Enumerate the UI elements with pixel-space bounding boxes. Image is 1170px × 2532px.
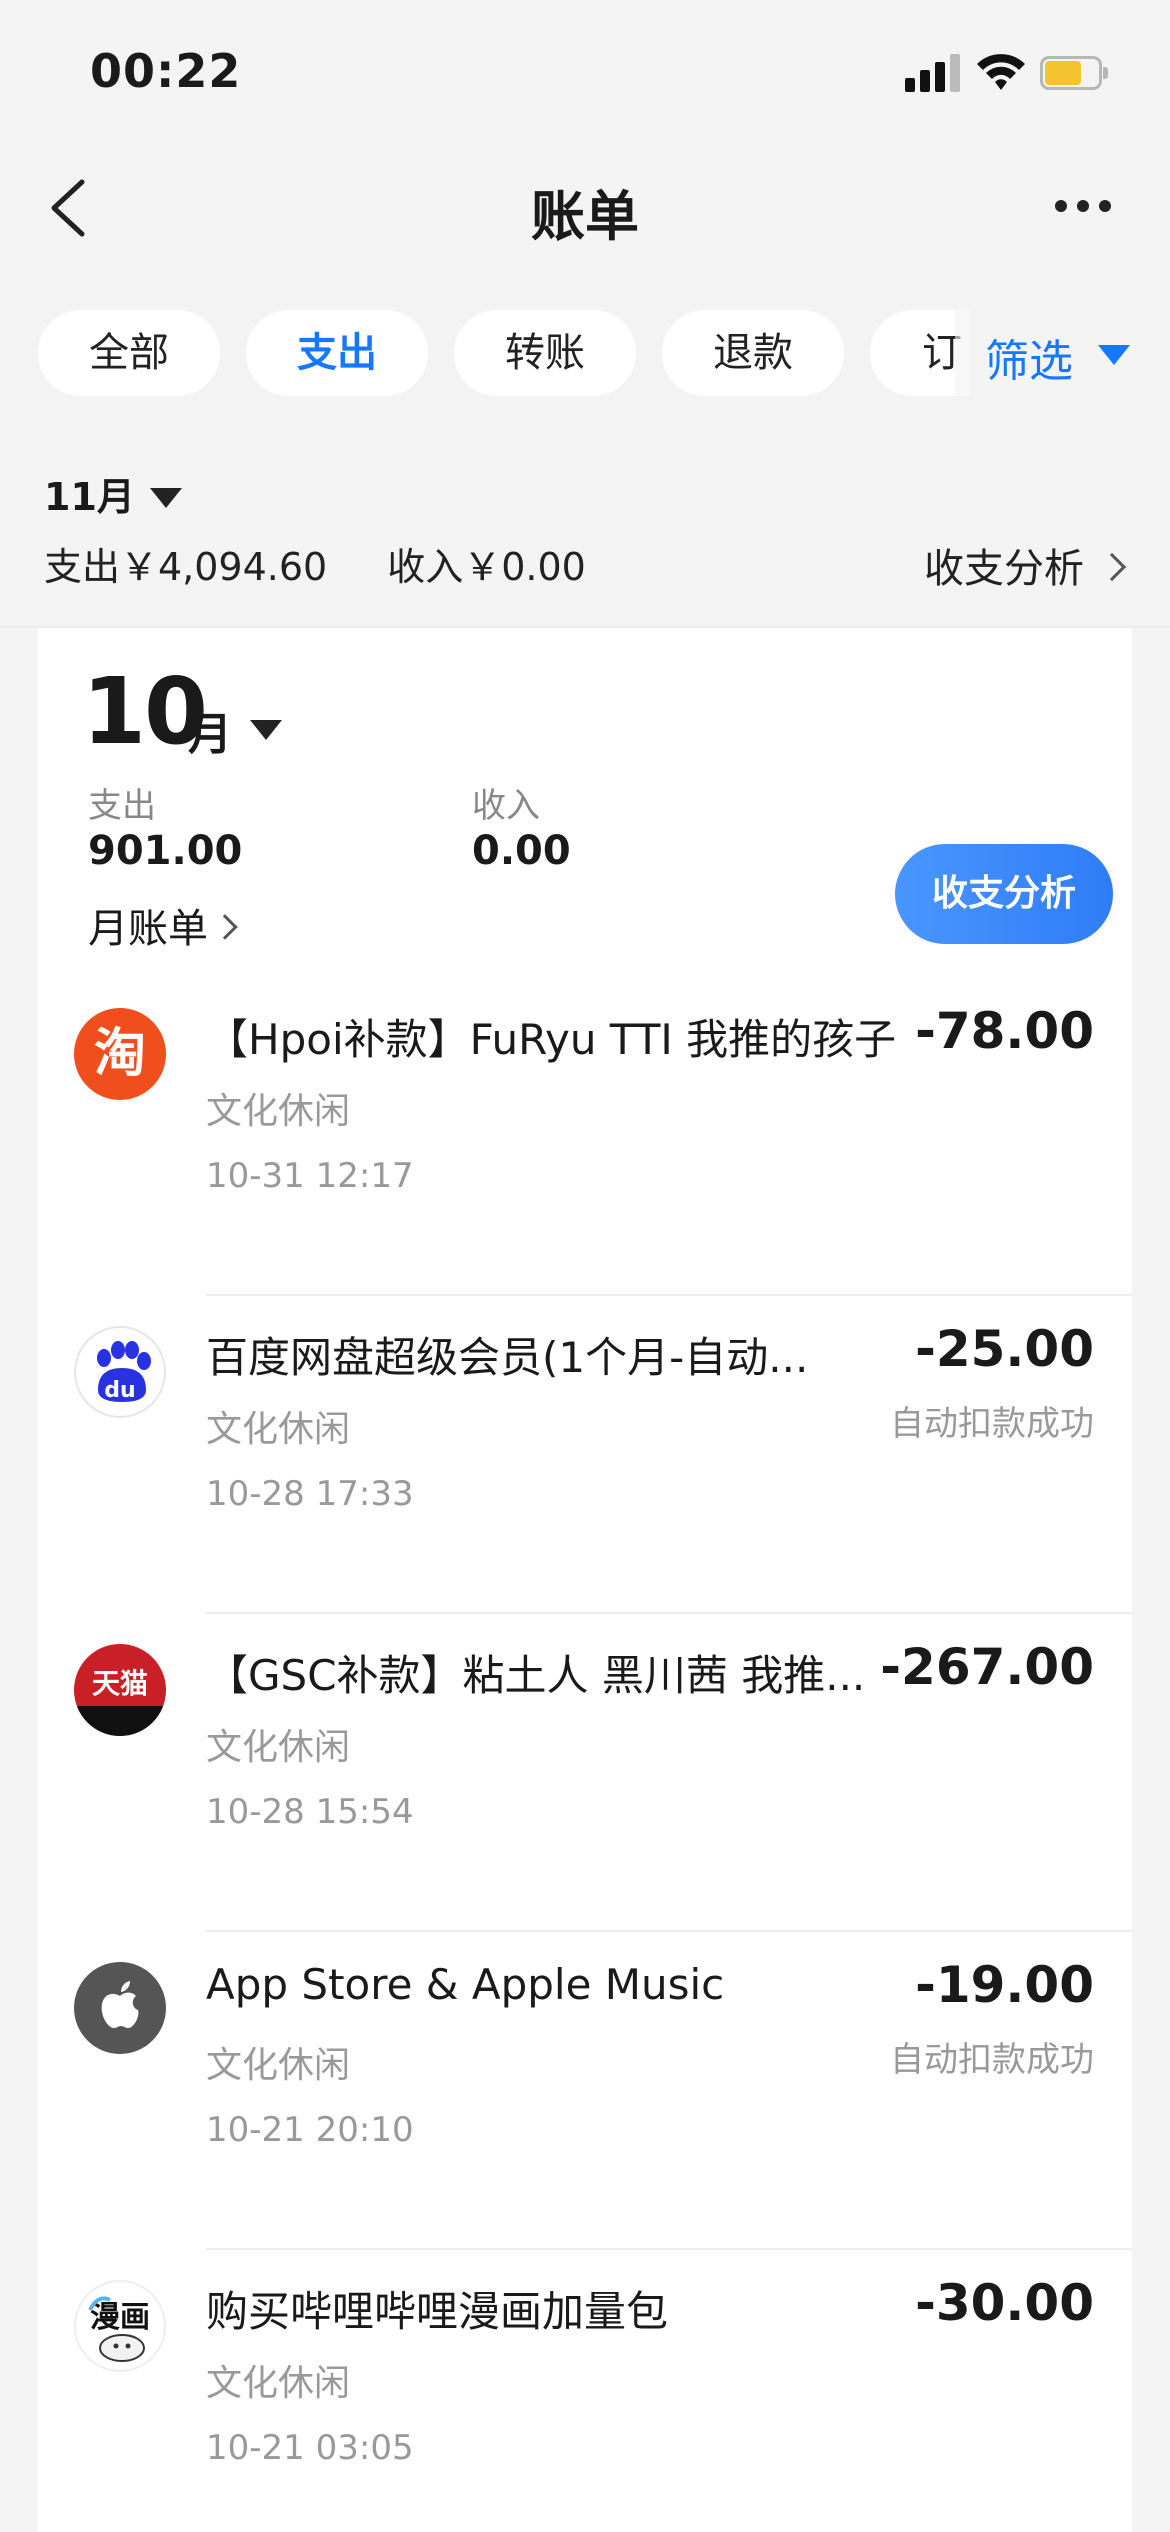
tab-expense[interactable]: 支出 <box>246 310 428 396</box>
transaction-row[interactable]: 淘 【Hpoi补款】FuRyu TTI 我推的孩子 ... 文化休闲 10-31… <box>38 978 1132 1296</box>
baidu-netdisk-icon: du <box>74 1326 166 1418</box>
transaction-title: 【Hpoi补款】FuRyu TTI 我推的孩子 ... <box>206 1015 906 1064</box>
monthly-bill-label: 月账单 <box>88 906 208 952</box>
transaction-title: 百度网盘超级会员(1个月-自动... <box>206 1333 809 1382</box>
baidu-icon-text: du <box>104 1378 136 1403</box>
transaction-time: 10-28 15:54 <box>206 1792 414 1832</box>
tmall-icon: 天猫 <box>74 1644 166 1736</box>
more-icon[interactable] <box>1055 200 1115 214</box>
transaction-row[interactable]: 天猫 【GSC补款】粘土人 黑川茜 我推... 文化休闲 10-28 15:54… <box>38 1614 1132 1932</box>
tab-transfer[interactable]: 转账 <box>454 310 636 396</box>
card-month-unit[interactable]: 月 <box>188 698 232 762</box>
transaction-category: 文化休闲 <box>206 2363 351 2404</box>
transaction-amount: -19.00 <box>915 1956 1094 2014</box>
summary-stats: 支出￥4,094.60 收入￥0.00 <box>44 536 646 591</box>
transaction-title: 【GSC补款】粘土人 黑川茜 我推... <box>206 1651 866 1700</box>
transaction-note: 自动扣款成功 <box>890 2040 1094 2080</box>
transaction-category: 文化休闲 <box>206 1409 351 1450</box>
battery-icon <box>1040 56 1108 90</box>
transaction-title: App Store & Apple Music <box>206 1960 725 2009</box>
transaction-time: 10-31 12:17 <box>206 1156 414 1196</box>
nav-bar: 账单 <box>0 150 1170 265</box>
transaction-time: 10-21 20:10 <box>206 2110 414 2150</box>
cellular-signal-icon <box>905 54 961 92</box>
taobao-icon: 淘 <box>74 1008 166 1100</box>
card-month-dropdown-icon[interactable] <box>250 720 282 740</box>
card-income-value: 0.00 <box>472 828 571 874</box>
transaction-amount: -25.00 <box>915 1320 1094 1378</box>
summary-analysis-link[interactable]: 收支分析 <box>924 536 1127 594</box>
monthly-bill-link[interactable]: 月账单 <box>88 896 238 954</box>
transaction-category: 文化休闲 <box>206 1727 351 1768</box>
month-summary: 11月 支出￥4,094.60 收入￥0.00 收支分析 <box>0 460 1170 625</box>
transaction-time: 10-28 17:33 <box>206 1474 414 1514</box>
transaction-note: 自动扣款成功 <box>890 1404 1094 1444</box>
transaction-amount: -78.00 <box>915 1002 1094 1060</box>
chevron-right-icon <box>1097 552 1127 582</box>
type-tabs: 全部 支出 转账 退款 订 <box>0 310 970 396</box>
filter-button[interactable]: 筛选 <box>955 305 1170 401</box>
summary-income: 收入￥0.00 <box>387 545 586 589</box>
tab-refund[interactable]: 退款 <box>662 310 844 396</box>
transaction-amount: -30.00 <box>915 2274 1094 2332</box>
filter-label: 筛选 <box>985 336 1073 387</box>
status-time: 00:22 <box>90 44 242 98</box>
apple-icon <box>74 1962 166 2054</box>
card-income-label: 收入 <box>472 786 540 826</box>
transaction-amount: -267.00 <box>880 1638 1094 1696</box>
transaction-time: 10-21 03:05 <box>206 2428 414 2468</box>
card-expense-label: 支出 <box>88 786 156 826</box>
wifi-icon <box>977 54 1025 90</box>
month-card: 10 月 支出 901.00 收入 0.00 月账单 收支分析 淘 【Hpoi补… <box>38 628 1132 2532</box>
filter-dropdown-icon <box>1098 345 1130 365</box>
card-expense-value: 901.00 <box>88 828 243 874</box>
transaction-row[interactable]: du 百度网盘超级会员(1个月-自动... 文化休闲 10-28 17:33 -… <box>38 1296 1132 1614</box>
bilibili-manga-icon: 漫画 <box>74 2280 166 2372</box>
month-selector[interactable]: 11月 <box>44 466 135 521</box>
transaction-row[interactable]: 漫画 购买哔哩哔哩漫画加量包 文化休闲 10-21 03:05 -30.00 <box>38 2250 1132 2532</box>
month-dropdown-icon[interactable] <box>150 488 182 508</box>
transaction-title: 购买哔哩哔哩漫画加量包 <box>206 2287 669 2336</box>
tmall-icon-text: 天猫 <box>91 1667 148 1700</box>
tab-all[interactable]: 全部 <box>38 310 220 396</box>
summary-expense: 支出￥4,094.60 <box>44 545 328 589</box>
analysis-button[interactable]: 收支分析 <box>895 844 1113 944</box>
chevron-right-icon <box>212 914 238 940</box>
transaction-category: 文化休闲 <box>206 1091 351 1132</box>
transaction-category: 文化休闲 <box>206 2045 351 2086</box>
transaction-row[interactable]: App Store & Apple Music 文化休闲 10-21 20:10… <box>38 1932 1132 2250</box>
summary-analysis-label: 收支分析 <box>924 546 1084 592</box>
page-title: 账单 <box>531 185 639 248</box>
status-bar: 00:22 <box>0 0 1170 150</box>
